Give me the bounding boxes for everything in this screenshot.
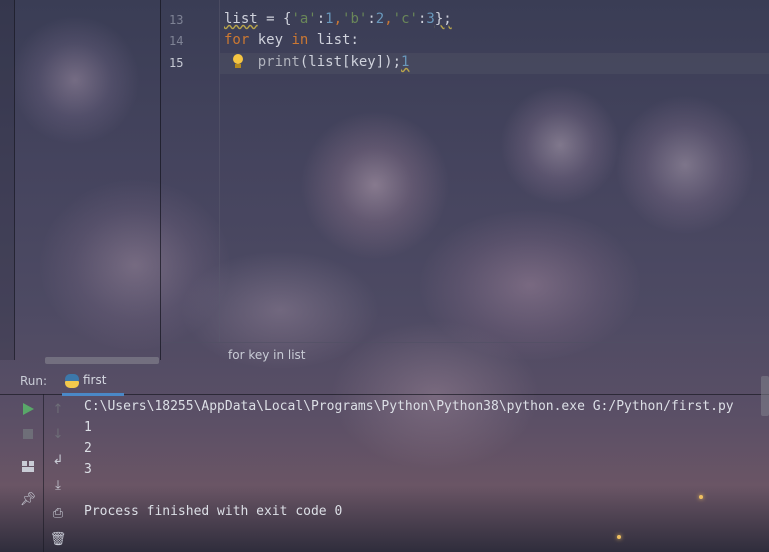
project-pane[interactable] (14, 0, 161, 360)
breadcrumb-item[interactable]: for key in list (228, 348, 306, 362)
run-toolbar-right: ↑ ↓ ↲ ⤓ ⎙ 🗑︎ (43, 394, 72, 552)
line-number: 13 (169, 13, 184, 27)
rerun-icon[interactable]: ↑ (49, 400, 67, 418)
run-tab-label: first (83, 373, 107, 387)
console-scrollbar[interactable] (761, 376, 769, 416)
code-token: print (257, 54, 300, 70)
code-token: 1 (325, 11, 334, 27)
run-toolbar-left: 📌︎ (14, 394, 42, 552)
code-token: (list[key]); (299, 54, 402, 70)
lightbulb-icon[interactable] (232, 54, 244, 70)
line-number: 14 (169, 34, 184, 48)
run-icon[interactable] (19, 400, 37, 418)
code-token: 3 (426, 11, 435, 27)
background-light (617, 535, 621, 539)
code-token: key (249, 32, 292, 48)
code-token: , (333, 11, 343, 27)
code-token: 'b' (342, 11, 368, 27)
code-token: 'c' (392, 11, 418, 27)
code-token: 'a' (291, 11, 317, 27)
code-line[interactable]: for key in list: (224, 32, 359, 48)
console-line[interactable]: 1 (84, 417, 734, 438)
run-label: Run: (20, 374, 48, 388)
console-output[interactable]: C:\Users\18255\AppData\Local\Programs\Py… (84, 396, 734, 522)
console-line[interactable]: 2 (84, 438, 734, 459)
code-token: = { (257, 11, 292, 27)
code-token: }; (434, 11, 452, 27)
code-token: , (384, 11, 393, 27)
code-token: 2 (375, 11, 385, 27)
trash-icon[interactable]: 🗑︎ (49, 530, 67, 548)
code-token: list: (308, 32, 359, 48)
python-file-icon (65, 374, 79, 388)
stop-icon[interactable] (19, 425, 37, 443)
console-line[interactable]: C:\Users\18255\AppData\Local\Programs\Py… (84, 396, 734, 417)
editor-gutter: 13 14 15 (161, 0, 220, 342)
run-panel-header: Run: first (0, 368, 769, 396)
code-line[interactable]: list = {'a':1,'b':2,'c':3}; (224, 11, 452, 27)
console-line[interactable]: Process finished with exit code 0 (84, 501, 734, 522)
layout-icon[interactable] (19, 457, 37, 475)
line-number-current: 15 (169, 56, 184, 70)
code-token: : (316, 11, 326, 27)
code-line[interactable]: print(list[key]);1 (224, 54, 410, 70)
down-icon[interactable]: ↓ (49, 425, 67, 443)
project-horizontal-scrollbar[interactable] (45, 357, 159, 364)
print-icon[interactable]: ⎙ (49, 504, 67, 522)
code-token: for (224, 32, 250, 48)
breadcrumb[interactable]: for key in list (161, 342, 769, 369)
tool-window-strip (0, 0, 15, 360)
scroll-to-end-icon[interactable]: ⤓ (49, 476, 67, 494)
code-token: 1 (401, 54, 410, 70)
soft-wrap-icon[interactable]: ↲ (49, 451, 67, 469)
code-token: : (367, 11, 376, 27)
pin-icon[interactable]: 📌︎ (19, 490, 37, 508)
code-editor[interactable]: 13 14 15 list = {'a':1,'b':2,'c':3}; for… (161, 0, 769, 342)
run-tab-first[interactable]: first (62, 368, 124, 396)
console-line[interactable] (84, 480, 734, 501)
code-token: list (224, 11, 258, 27)
code-token: in (291, 32, 309, 48)
console-line[interactable]: 3 (84, 459, 734, 480)
